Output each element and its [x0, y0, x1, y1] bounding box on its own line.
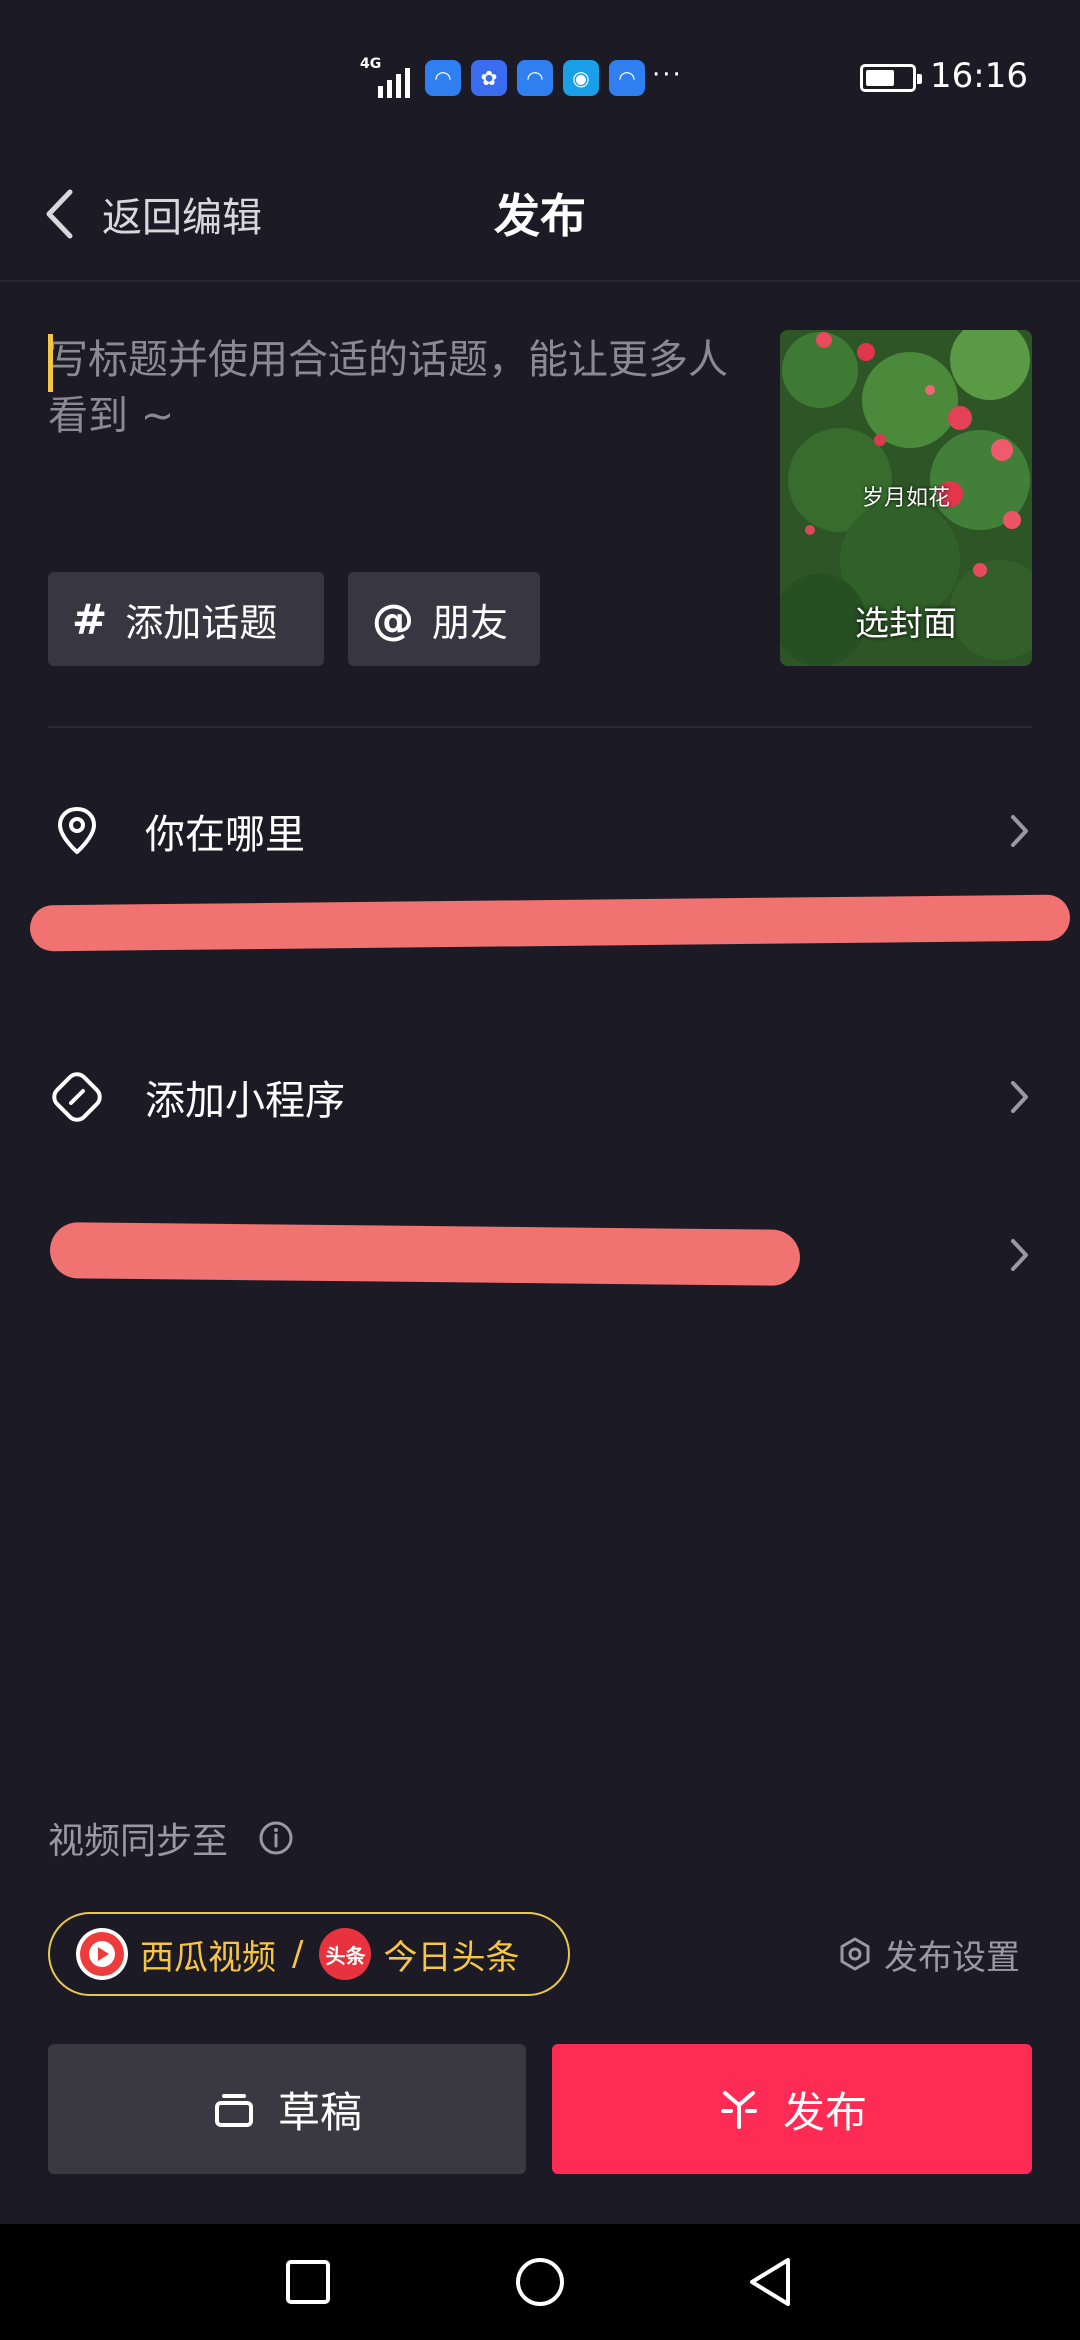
toutiao-label: 今日头条 — [383, 1937, 520, 1978]
at-icon: @ — [372, 594, 414, 644]
add-topic-button[interactable]: # 添加话题 — [48, 572, 324, 666]
signal-icon: 4G — [360, 56, 410, 98]
caption-input[interactable]: 写标题并使用合适的话题，能让更多人看到 ~ — [48, 332, 748, 444]
sync-to-label: 视频同步至 — [48, 1821, 229, 1862]
recent-apps-square-icon[interactable] — [280, 2254, 336, 2310]
location-label: 你在哪里 — [145, 812, 305, 858]
chevron-right-icon — [1011, 1081, 1028, 1113]
xigua-video-logo-icon — [76, 1928, 128, 1980]
settings-hexagon-icon — [840, 1937, 870, 1971]
info-icon[interactable] — [258, 1820, 294, 1856]
header: 返回编辑 发布 — [0, 150, 1080, 282]
page-title: 发布 — [494, 189, 586, 243]
location-row[interactable]: 你在哪里 — [0, 776, 1080, 886]
app-notification-icon: ◠ — [609, 60, 645, 96]
status-bar: 4G ◠ ✿ ◠ ◉ ◠ ··· 16:16 — [0, 0, 1080, 150]
back-triangle-icon[interactable] — [744, 2254, 800, 2310]
mention-friend-button[interactable]: @ 朋友 — [348, 572, 540, 666]
link-icon — [52, 1072, 102, 1122]
cover-selector[interactable]: 岁月如花 选封面 — [780, 330, 1032, 666]
status-time: 16:16 — [930, 56, 1028, 96]
system-navigation-bar — [0, 2224, 1080, 2340]
publish-spark-icon — [720, 2091, 757, 2129]
app-notification-icon: ◠ — [517, 60, 553, 96]
more-notifications-icon: ··· — [652, 60, 683, 90]
draft-label: 草稿 — [277, 2087, 362, 2137]
location-pin-icon — [58, 807, 96, 854]
toutiao-logo-icon: 头条 — [319, 1928, 372, 1980]
publish-label: 发布 — [782, 2087, 867, 2137]
save-draft-button[interactable]: 草稿 — [48, 2044, 526, 2174]
add-miniprogram-label: 添加小程序 — [145, 1078, 345, 1124]
publish-settings-label: 发布设置 — [884, 1937, 1020, 1978]
publish-screen: 4G ◠ ✿ ◠ ◉ ◠ ··· 16:16 返回编辑 发布 写标题并使用合适的… — [0, 0, 1080, 2340]
notification-icons: ◠ ✿ ◠ ◉ ◠ — [425, 60, 645, 96]
redacted-content — [49, 1222, 801, 1286]
network-type: 4G — [360, 56, 382, 72]
choose-cover-label: 选封面 — [855, 604, 957, 644]
baidu-notification-icon: ✿ — [471, 60, 507, 96]
battery-icon — [860, 64, 922, 92]
add-miniprogram-row[interactable]: 添加小程序 — [0, 1042, 1080, 1152]
platform-separator: / — [292, 1934, 304, 1974]
browser-notification-icon: ◉ — [563, 60, 599, 96]
redacted-location-suggestions — [29, 894, 1071, 952]
chevron-right-icon — [1011, 1239, 1028, 1271]
text-cursor — [48, 334, 53, 392]
redacted-row[interactable] — [0, 1200, 1080, 1310]
publish-settings-button[interactable]: 发布设置 — [838, 1922, 1020, 1986]
sync-platforms-toggle[interactable]: 西瓜视频 / 头条 今日头条 — [48, 1912, 570, 1996]
hashtag-icon: # — [72, 594, 108, 644]
cover-caption: 岁月如花 — [861, 486, 950, 511]
app-notification-icon: ◠ — [425, 60, 461, 96]
xigua-video-label: 西瓜视频 — [140, 1937, 276, 1978]
add-topic-label: 添加话题 — [125, 600, 278, 645]
publish-button[interactable]: 发布 — [552, 2044, 1032, 2174]
home-circle-icon[interactable] — [512, 2254, 568, 2310]
divider — [48, 726, 1032, 728]
draft-box-icon — [214, 2094, 253, 2127]
mention-friend-label: 朋友 — [432, 600, 509, 645]
chevron-right-icon — [1011, 815, 1028, 847]
